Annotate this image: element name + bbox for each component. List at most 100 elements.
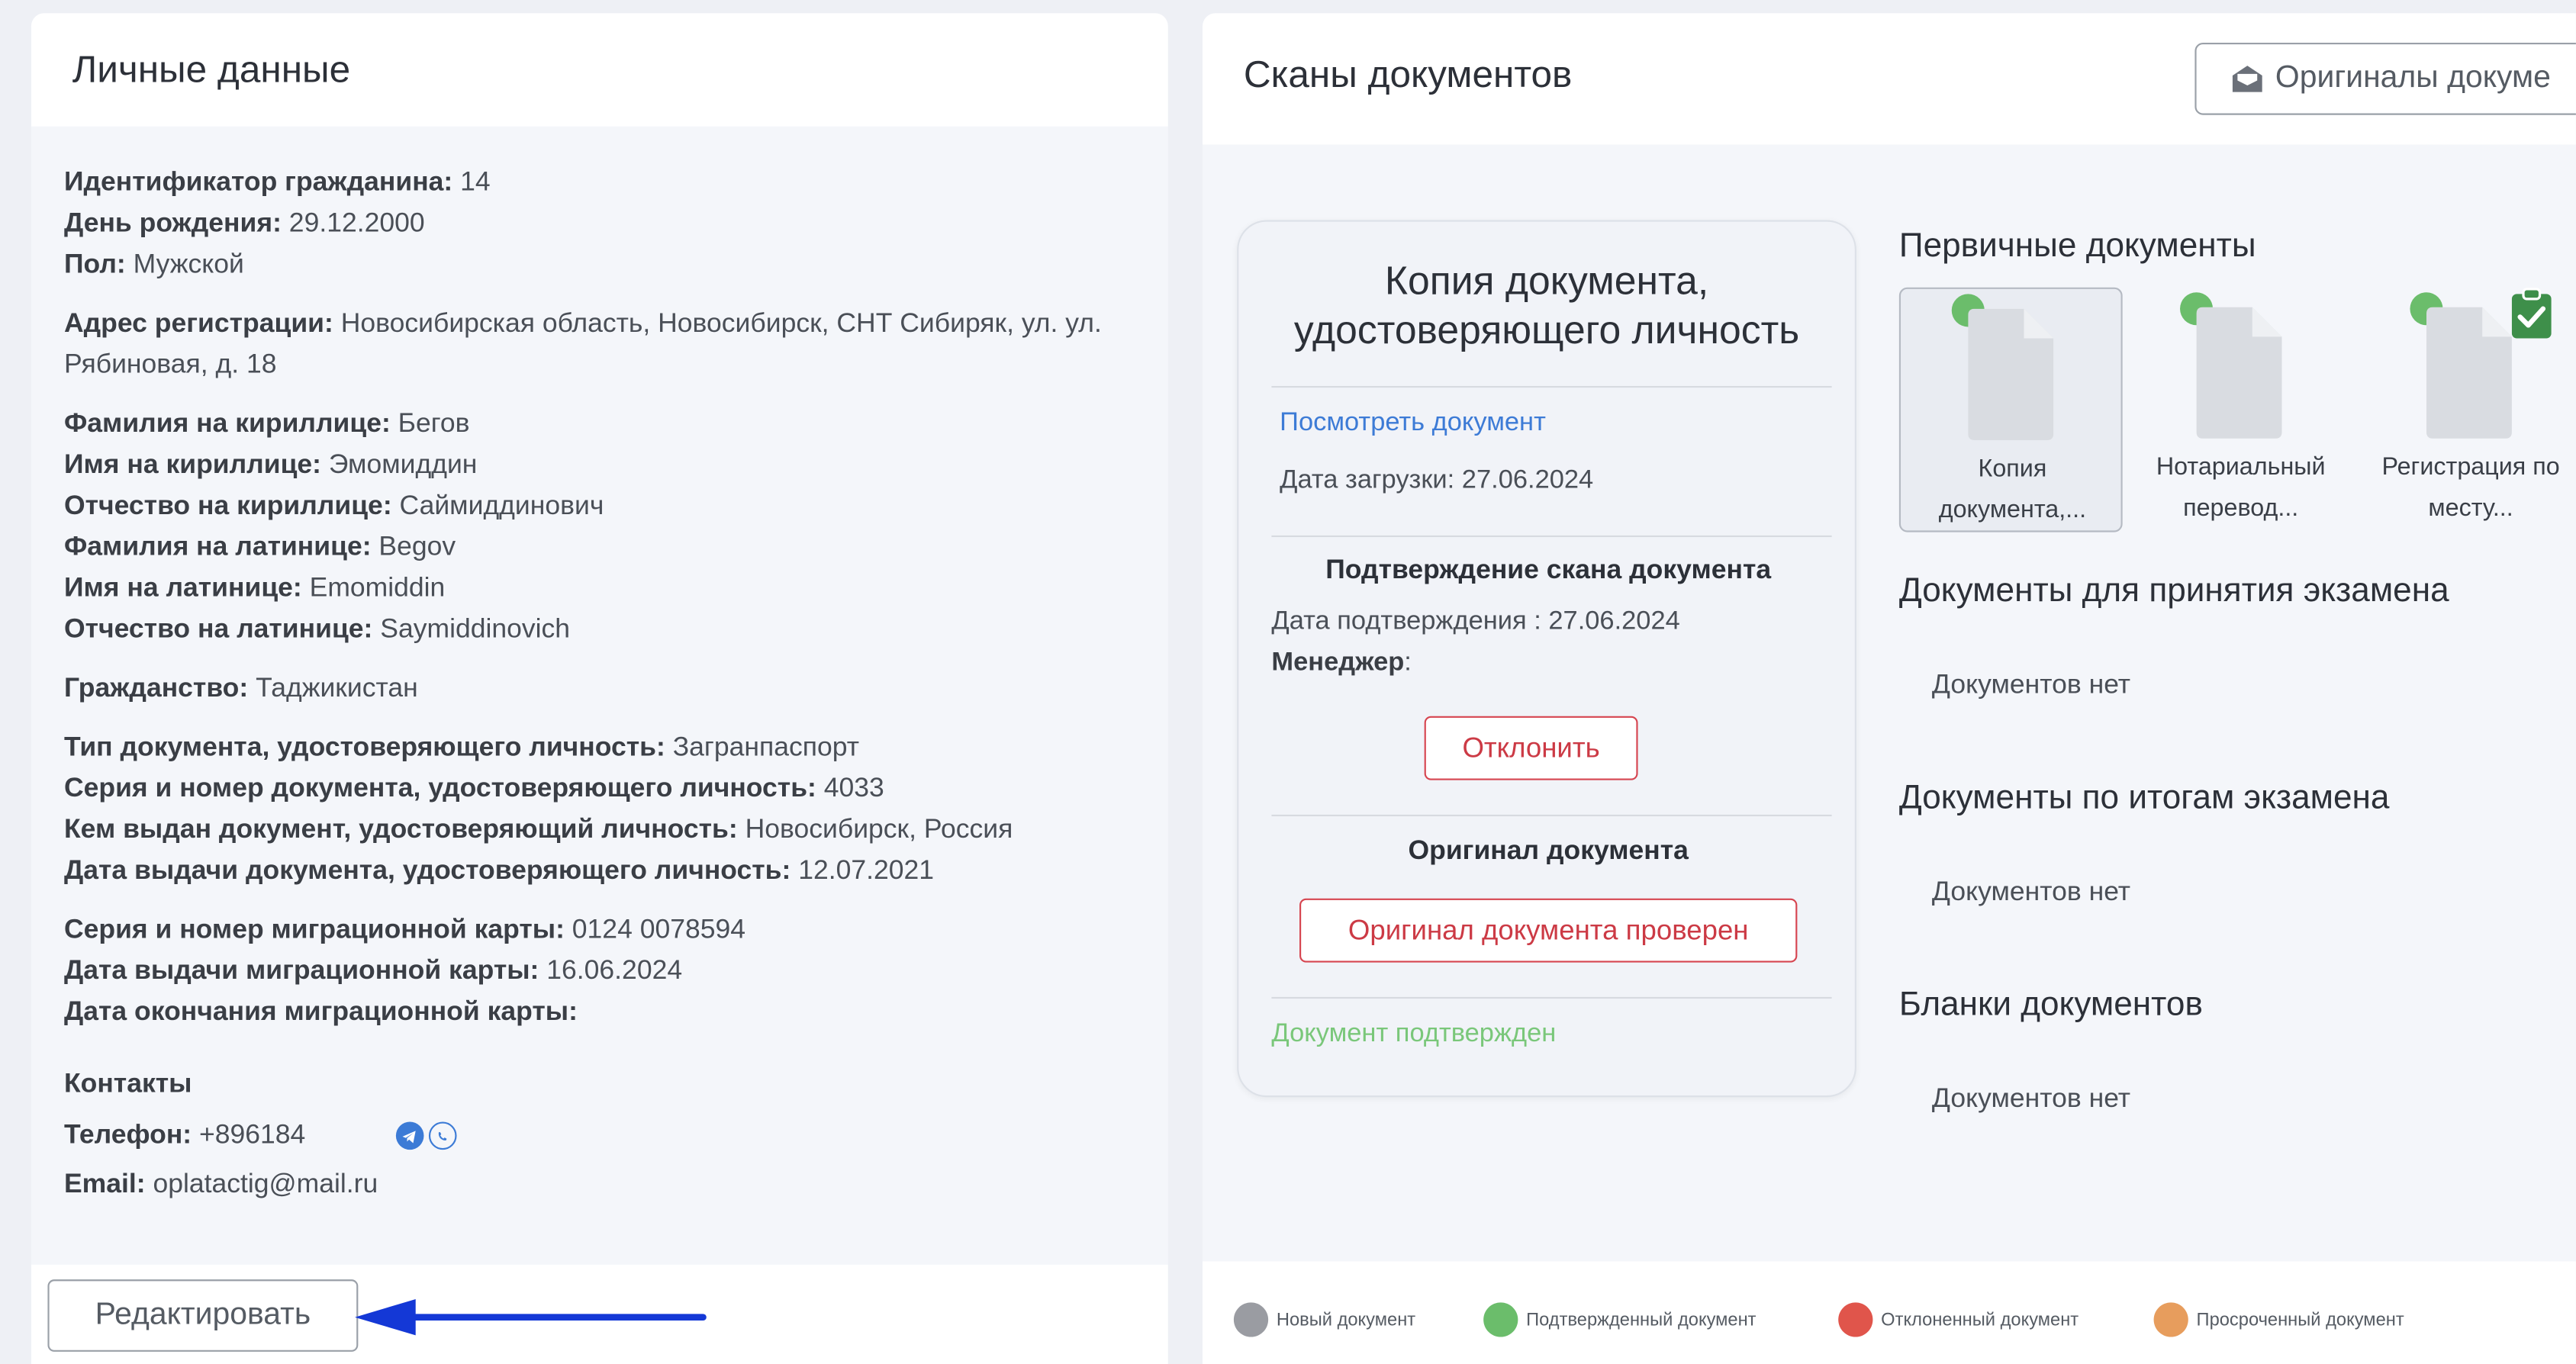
field-value: 4033: [816, 774, 884, 803]
field-row: Серия и номер миграционной карты: 0124 0…: [64, 910, 1135, 951]
field-label: Фамилия на кириллице:: [63, 409, 391, 439]
divider: [1271, 385, 1832, 388]
field-row: Адрес регистрации: Новосибирская область…: [64, 304, 1135, 386]
document-detail-title: Копия документа, удостоверяющего личност…: [1293, 259, 1800, 353]
legend-dot: [1233, 1302, 1269, 1337]
personal-data-body: Идентификатор гражданина: 14 День рождени…: [31, 127, 1168, 1206]
field-group: Идентификатор гражданина: 14 День рождени…: [64, 162, 1135, 285]
field-label: День рождения:: [63, 208, 282, 239]
view-document-link[interactable]: Посмотреть документ: [1280, 409, 1546, 439]
phone-label: Телефон:: [63, 1120, 192, 1150]
field-value: Emomiddin: [301, 573, 446, 603]
field-value: Таджикистан: [248, 673, 418, 703]
field-label: Серия и номер миграционной карты:: [63, 915, 565, 944]
field-label: Тип документа, удостоверяющего личность:: [63, 732, 665, 762]
field-label: Имя на латинице:: [63, 573, 302, 603]
annotation-arrow-icon: [355, 1299, 707, 1336]
field-group: Фамилия на кириллице: Бегов Имя на кирилл…: [64, 404, 1135, 651]
reject-button[interactable]: Отклонить: [1424, 716, 1638, 780]
field-row: Имя на кириллице: Эмомиддин: [64, 445, 1135, 486]
field-value: 0124 0078594: [564, 915, 746, 944]
primary-doc-thumb[interactable]: Копия документа,...: [1898, 287, 2124, 532]
manager-label: Менеджер: [1271, 648, 1405, 677]
field-label: Отчество на латинице:: [63, 614, 373, 644]
email-label: Email:: [63, 1169, 146, 1199]
field-row: День рождения: 29.12.2000: [64, 204, 1135, 245]
primary-doc-label-line2: перевод...: [2183, 494, 2299, 523]
manager-field: Менеджер:: [1271, 648, 1411, 678]
page: Личные данные Идентификатор гражданина: …: [0, 0, 2576, 1364]
field-row: Пол: Мужской: [64, 245, 1135, 286]
original-document-title: Оригинал документа: [1408, 835, 1689, 866]
email-field: Email: oplatactig@mail.ru: [64, 1164, 1135, 1205]
field-value: Begov: [371, 532, 456, 562]
legend-item-confirmed: Подтвержденный документ: [1483, 1302, 1757, 1337]
personal-data-card: Личные данные Идентификатор гражданина: …: [31, 13, 1168, 1364]
field-value: Новосибирск, Россия: [737, 814, 1013, 844]
file-icon: [2196, 307, 2282, 439]
field-group: Гражданство: Таджикистан: [64, 668, 1135, 709]
primary-doc-label: Регистрация по месту...: [2359, 447, 2576, 529]
document-scans-card: Сканы документов Оригиналы докуме Копия …: [1202, 13, 2576, 1364]
originals-button[interactable]: Оригиналы докуме: [2194, 42, 2576, 115]
status-legend: Новый документ Подтвержденный документ О…: [1202, 1261, 2576, 1364]
field-label: Дата выдачи миграционной карты:: [63, 956, 539, 986]
field-value: Saymiddinovich: [372, 614, 571, 644]
legend-label: Подтвержденный документ: [1526, 1310, 1757, 1330]
originals-button-label: Оригиналы докуме: [2275, 60, 2551, 95]
primary-doc-thumb[interactable]: Регистрация по месту...: [2359, 288, 2576, 532]
whatsapp-icon[interactable]: [428, 1121, 457, 1150]
field-row: Фамилия на кириллице: Бегов: [64, 404, 1135, 446]
document-detail-card: Копия документа, удостоверяющего личност…: [1237, 220, 1856, 1098]
primary-doc-label-line1: Копия: [1978, 455, 2047, 483]
field-value: 16.06.2024: [539, 956, 683, 986]
field-label: Дата окончания миграционной карты:: [63, 996, 578, 1027]
forms-title: Бланки документов: [1898, 985, 2203, 1024]
field-value: Мужской: [125, 249, 244, 280]
field-label: Идентификатор гражданина:: [63, 167, 453, 198]
field-group: Адрес регистрации: Новосибирская область…: [64, 304, 1135, 386]
field-label: Имя на кириллице:: [63, 449, 322, 480]
field-value: Эмомиддин: [321, 449, 478, 480]
email-value: oplatactig@mail.ru: [145, 1169, 378, 1199]
clipboard-check-icon: [2511, 288, 2552, 339]
primary-doc-label-line1: Нотариальный: [2156, 453, 2326, 481]
manager-colon: :: [1404, 648, 1412, 677]
contacts-title: Контакты: [63, 1069, 192, 1099]
field-label: Дата выдачи документа, удостоверяющего л…: [63, 855, 791, 886]
primary-doc-label: Копия документа,...: [1901, 449, 2124, 531]
field-row: Имя на латинице: Emomiddin: [64, 568, 1135, 610]
legend-item-rejected: Отклоненный документ: [1838, 1302, 2079, 1337]
telegram-icon[interactable]: [395, 1121, 424, 1150]
phone-field: Телефон: +896184: [64, 1115, 305, 1157]
field-label: Пол:: [63, 249, 126, 280]
divider: [1271, 535, 1832, 538]
field-value: 29.12.2000: [281, 208, 425, 239]
field-group: Тип документа, удостоверяющего личность:…: [64, 728, 1135, 892]
field-value: Саймиддинович: [391, 491, 604, 521]
exam-documents-empty: Документов нет: [1931, 670, 2131, 700]
field-value: 12.07.2021: [791, 855, 935, 886]
personal-data-title: Личные данные: [72, 47, 351, 91]
envelope-open-icon: [2232, 66, 2262, 92]
field-group: Серия и номер миграционной карты: 0124 0…: [64, 910, 1135, 1033]
field-row: Дата выдачи миграционной карты: 16.06.20…: [64, 951, 1135, 992]
upload-date: Дата загрузки: 27.06.2024: [1280, 466, 1594, 495]
field-row: Дата окончания миграционной карты:: [64, 992, 1135, 1033]
field-row: Тип документа, удостоверяющего личность:…: [64, 728, 1135, 769]
divider: [1271, 996, 1832, 999]
field-value: 14: [452, 167, 491, 198]
messenger-icons: [395, 1121, 457, 1150]
field-label: Фамилия на латинице:: [63, 532, 372, 562]
original-verified-button[interactable]: Оригинал документа проверен: [1299, 898, 1798, 963]
field-row: Кем выдан документ, удостоверяющий лично…: [64, 809, 1135, 851]
edit-button[interactable]: Редактировать: [47, 1279, 359, 1352]
primary-doc-label-line2: документа,...: [1938, 496, 2087, 524]
exam-documents-title: Документы для принятия экзамена: [1898, 571, 2449, 610]
primary-doc-label: Нотариальный перевод...: [2129, 447, 2352, 529]
field-value: Бегов: [390, 409, 470, 439]
legend-item-overdue: Просроченный документ: [2153, 1302, 2404, 1337]
field-value: Загранпаспорт: [665, 732, 860, 762]
primary-doc-thumb[interactable]: Нотариальный перевод...: [2129, 288, 2352, 532]
scan-confirmation-title: Подтверждение скана документа: [1325, 555, 1772, 585]
